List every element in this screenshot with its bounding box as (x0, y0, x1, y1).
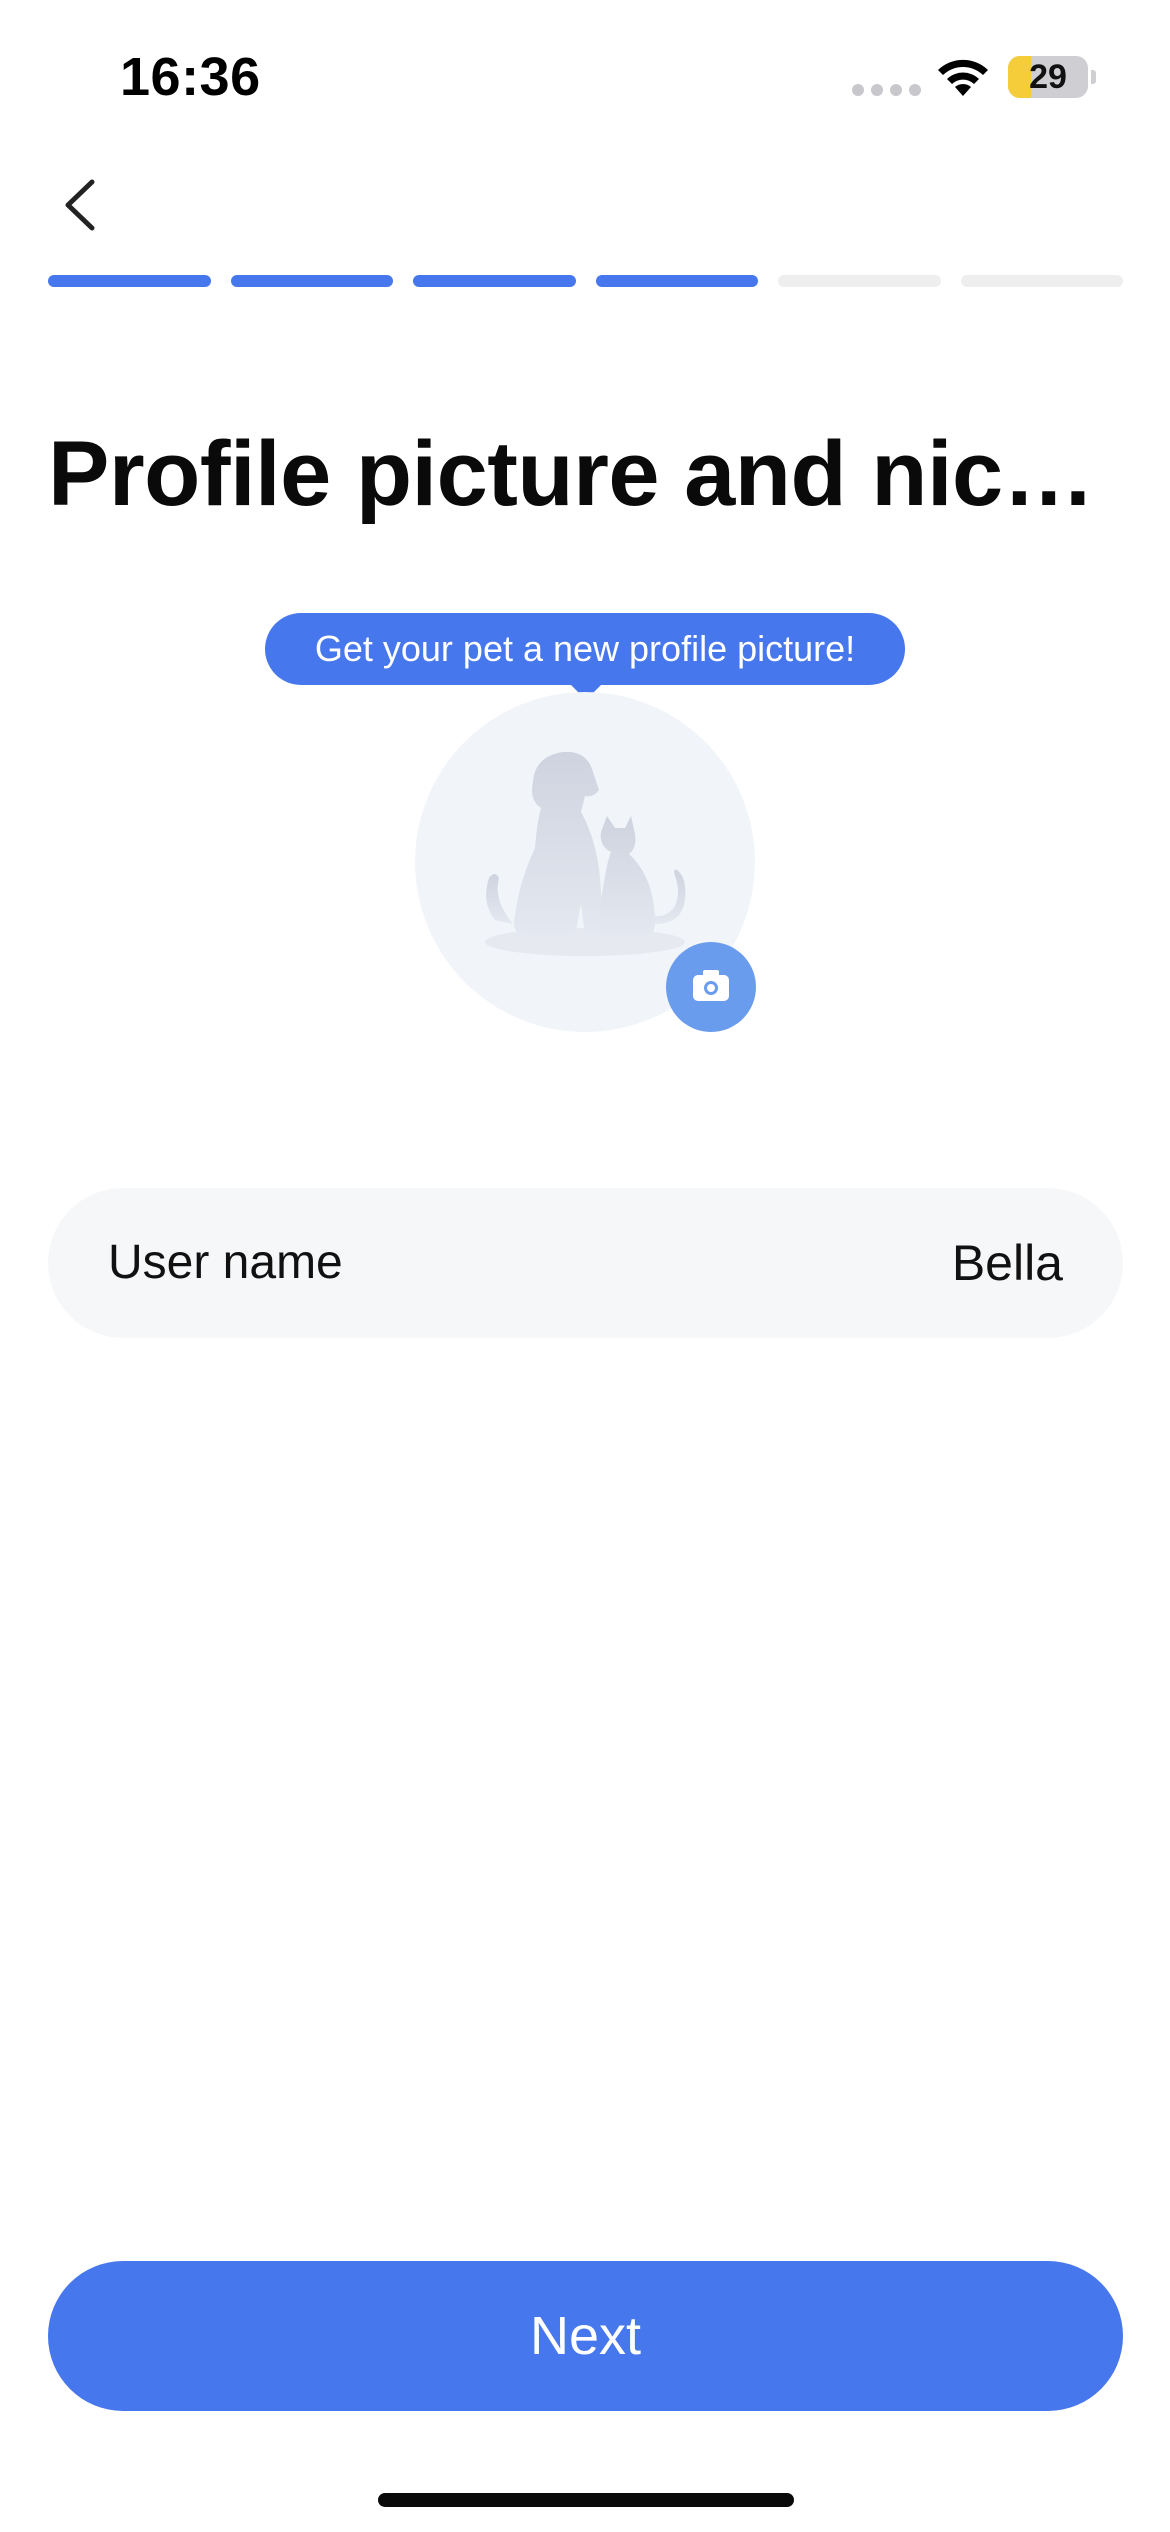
progress-step-2 (230, 275, 393, 287)
cellular-signal-icon (852, 84, 921, 96)
progress-step-1 (48, 275, 211, 287)
progress-step-5 (778, 275, 941, 287)
username-label: User name (108, 1236, 343, 1289)
profile-setup-screen: 16:36 29 Profile picture and nickn… Get … (0, 0, 1170, 2532)
camera-icon (693, 970, 729, 1001)
wifi-icon (938, 59, 988, 96)
home-indicator (378, 2493, 794, 2507)
step-progress-bar (48, 275, 1123, 287)
next-button[interactable]: Next (48, 2261, 1123, 2411)
battery-cap (1091, 70, 1096, 84)
username-value[interactable]: Bella (952, 1188, 1063, 1338)
camera-button[interactable] (666, 942, 756, 1032)
back-button[interactable] (50, 170, 120, 240)
progress-step-4 (595, 275, 758, 287)
battery-level: 29 (1029, 58, 1067, 96)
status-bar: 16:36 29 (0, 0, 1170, 150)
battery-icon: 29 (1008, 56, 1088, 98)
page-title: Profile picture and nickn… (48, 423, 1138, 525)
avatar-tooltip: Get your pet a new profile picture! (265, 613, 905, 685)
progress-step-3 (413, 275, 576, 287)
status-time: 16:36 (120, 47, 261, 107)
chevron-left-icon (65, 179, 95, 231)
username-field[interactable]: User name Bella (48, 1188, 1123, 1338)
progress-step-6 (960, 275, 1123, 287)
